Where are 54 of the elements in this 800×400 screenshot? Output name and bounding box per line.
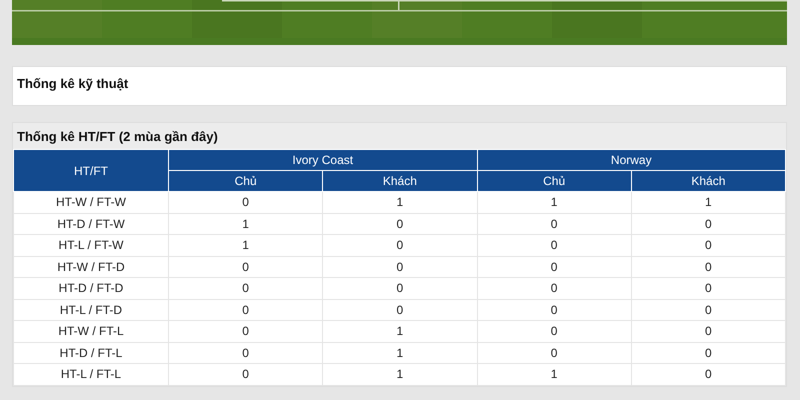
table-cell: 0 <box>631 364 786 385</box>
table-cell: 0 <box>168 256 323 278</box>
section-title: Thống kê kỹ thuật <box>17 76 128 91</box>
table-cell: 0 <box>322 278 477 299</box>
row-label: HT-L / FT-L <box>14 364 168 385</box>
table-cell: 0 <box>631 320 786 342</box>
table-cell: 0 <box>631 299 786 320</box>
table-cell: 0 <box>477 256 632 278</box>
row-label: HT-D / FT-L <box>14 342 168 364</box>
table-cell: 0 <box>168 278 323 299</box>
table-cell: 1 <box>322 320 477 342</box>
table-cell: 0 <box>477 213 632 234</box>
row-label: HT-L / FT-D <box>14 299 168 320</box>
row-label: HT-W / FT-D <box>14 256 168 278</box>
row-label: HT-W / FT-W <box>14 192 168 213</box>
column-header: Chủ <box>477 170 632 192</box>
table-cell: 0 <box>322 299 477 320</box>
team-header: Ivory Coast <box>168 150 477 170</box>
row-label: HT-L / FT-W <box>14 234 168 256</box>
table-cell: 1 <box>322 364 477 385</box>
table-cell: 0 <box>477 278 632 299</box>
table-cell: 1 <box>322 192 477 213</box>
table-cell: 1 <box>322 342 477 364</box>
table-cell: 0 <box>631 213 786 234</box>
table-cell: 0 <box>631 278 786 299</box>
table-cell: 0 <box>631 256 786 278</box>
table-cell: 1 <box>477 192 632 213</box>
table-cell: 0 <box>631 342 786 364</box>
table-cell: 0 <box>168 320 323 342</box>
column-header: Chủ <box>168 170 323 192</box>
table-cell: 0 <box>322 256 477 278</box>
table-cell: 0 <box>322 213 477 234</box>
section-title: Thống kê HT/FT (2 mùa gần đây) <box>16 128 219 146</box>
table-cell: 1 <box>168 213 323 234</box>
table-cell: 1 <box>631 192 786 213</box>
table-cell: 0 <box>168 364 323 385</box>
table-cell: 0 <box>168 342 323 364</box>
row-label: HT-D / FT-D <box>14 278 168 299</box>
table-cell: 0 <box>477 234 632 256</box>
table-cell: 1 <box>168 234 323 256</box>
column-header: Khách <box>631 170 786 192</box>
table-cell: 0 <box>477 342 632 364</box>
table-cell: 0 <box>477 299 632 320</box>
table-cell: 0 <box>168 192 323 213</box>
table-cell: 1 <box>477 364 632 385</box>
table-cell: 0 <box>322 234 477 256</box>
row-label: HT-W / FT-L <box>14 320 168 342</box>
column-header: HT/FT <box>14 150 168 192</box>
table-cell: 0 <box>631 234 786 256</box>
table-cell: 0 <box>477 320 632 342</box>
table-cell: 0 <box>168 299 323 320</box>
column-header: Khách <box>322 170 477 192</box>
team-header: Norway <box>477 150 786 170</box>
row-label: HT-D / FT-W <box>14 213 168 234</box>
